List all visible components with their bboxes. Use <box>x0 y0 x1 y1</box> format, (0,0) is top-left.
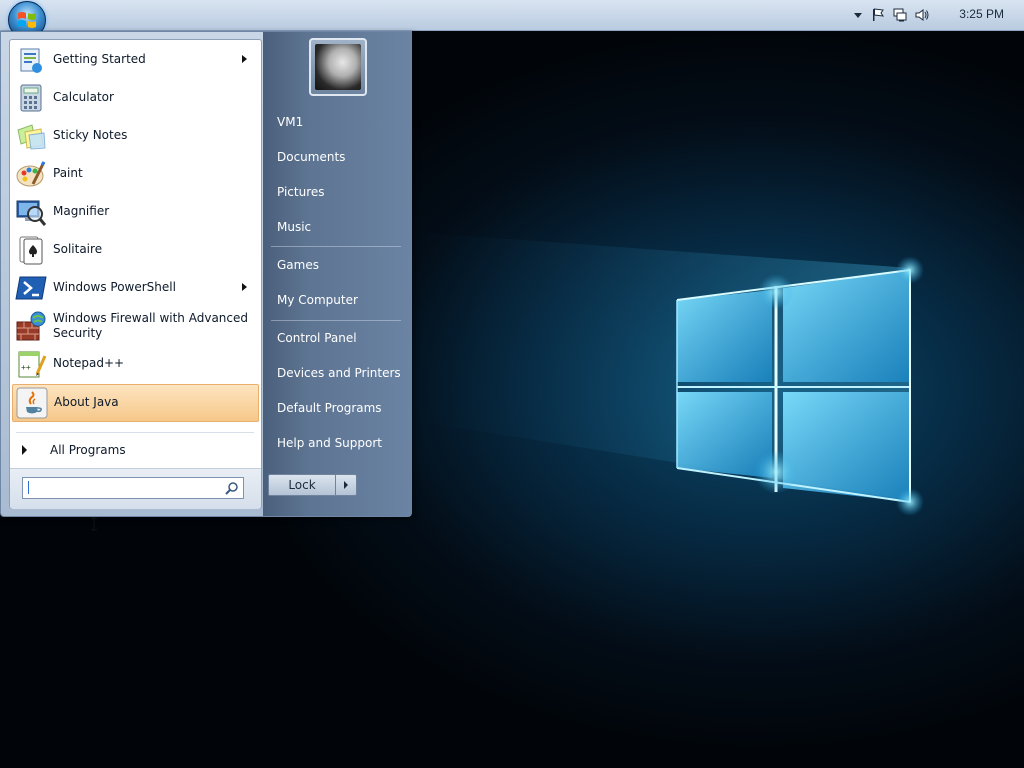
link-music[interactable]: Music <box>277 220 311 234</box>
all-programs-label: All Programs <box>50 443 126 457</box>
getting-started-icon <box>20 48 42 73</box>
lock-button[interactable]: Lock <box>268 474 336 496</box>
notepad-plus-plus-icon: ++ <box>18 351 47 378</box>
all-programs-button[interactable]: All Programs <box>14 438 254 462</box>
program-getting-started[interactable]: Getting Started <box>12 42 257 78</box>
chevron-down-icon[interactable] <box>850 7 866 23</box>
network-icon[interactable] <box>892 7 908 23</box>
magnifier-icon <box>16 200 47 226</box>
clock[interactable]: 3:25 PM <box>959 7 1004 21</box>
firewall-icon <box>16 311 46 341</box>
calculator-icon <box>20 84 42 112</box>
program-label: Calculator <box>53 90 114 104</box>
user-picture[interactable] <box>309 38 367 96</box>
user-avatar <box>315 44 361 90</box>
program-calculator[interactable]: Calculator <box>12 80 257 116</box>
link-control-panel[interactable]: Control Panel <box>277 331 357 345</box>
taskbar: 3:25 PM <box>0 0 1024 31</box>
submenu-arrow-icon <box>242 55 247 63</box>
search-box[interactable] <box>22 477 244 499</box>
link-user-folder[interactable]: VM1 <box>277 115 303 129</box>
system-tray: 3:25 PM <box>840 0 1024 30</box>
link-help-and-support[interactable]: Help and Support <box>277 436 382 450</box>
java-icon <box>16 387 48 419</box>
programs-pane: Getting Started Calculator Sticky Notes … <box>9 39 262 531</box>
program-label: Sticky Notes <box>53 128 128 142</box>
program-label: Windows PowerShell <box>53 280 176 294</box>
link-documents[interactable]: Documents <box>277 150 345 164</box>
program-windows-powershell[interactable]: Windows PowerShell <box>12 270 257 306</box>
submenu-arrow-icon <box>242 283 247 291</box>
program-solitaire[interactable]: Solitaire <box>12 232 257 268</box>
link-default-programs[interactable]: Default Programs <box>277 401 382 415</box>
link-games[interactable]: Games <box>277 258 319 272</box>
program-about-java[interactable]: About Java <box>12 384 259 422</box>
volume-icon[interactable] <box>914 7 930 23</box>
solitaire-icon <box>19 236 43 265</box>
program-label: Paint <box>53 166 83 180</box>
separator <box>271 320 401 321</box>
program-label: Notepad++ <box>53 356 125 370</box>
sticky-notes-icon <box>17 124 46 150</box>
triangle-right-icon <box>344 481 348 489</box>
program-label: Magnifier <box>53 204 110 218</box>
search-icon[interactable] <box>225 481 239 495</box>
program-label: Windows Firewall with Advanced Security <box>53 311 248 340</box>
link-devices-and-printers[interactable]: Devices and Printers <box>277 366 401 380</box>
triangle-right-icon <box>22 445 27 455</box>
link-pictures[interactable]: Pictures <box>277 185 325 199</box>
program-windows-firewall[interactable]: Windows Firewall with Advanced Security <box>12 308 257 344</box>
program-notepad-plus-plus[interactable]: ++ Notepad++ <box>12 346 257 382</box>
places-pane: VM1 Documents Pictures Music Games My Co… <box>263 32 411 516</box>
paint-icon <box>16 161 46 187</box>
text-cursor-icon <box>91 517 97 531</box>
flag-icon[interactable] <box>870 7 886 23</box>
windows-flag-icon <box>18 12 36 28</box>
program-label: Getting Started <box>53 52 146 66</box>
separator <box>271 246 401 247</box>
link-my-computer[interactable]: My Computer <box>277 293 358 307</box>
powershell-icon <box>15 276 47 300</box>
divider <box>16 432 254 433</box>
start-menu: Getting Started Calculator Sticky Notes … <box>0 31 412 531</box>
program-label: About Java <box>54 395 119 409</box>
search-area <box>10 468 261 531</box>
program-magnifier[interactable]: Magnifier <box>12 194 257 230</box>
power-options-button[interactable] <box>335 474 357 496</box>
program-label: Solitaire <box>53 242 103 256</box>
program-sticky-notes[interactable]: Sticky Notes <box>12 118 257 154</box>
program-paint[interactable]: Paint <box>12 156 257 192</box>
svg-text:++: ++ <box>21 363 31 372</box>
search-input[interactable] <box>27 479 221 497</box>
